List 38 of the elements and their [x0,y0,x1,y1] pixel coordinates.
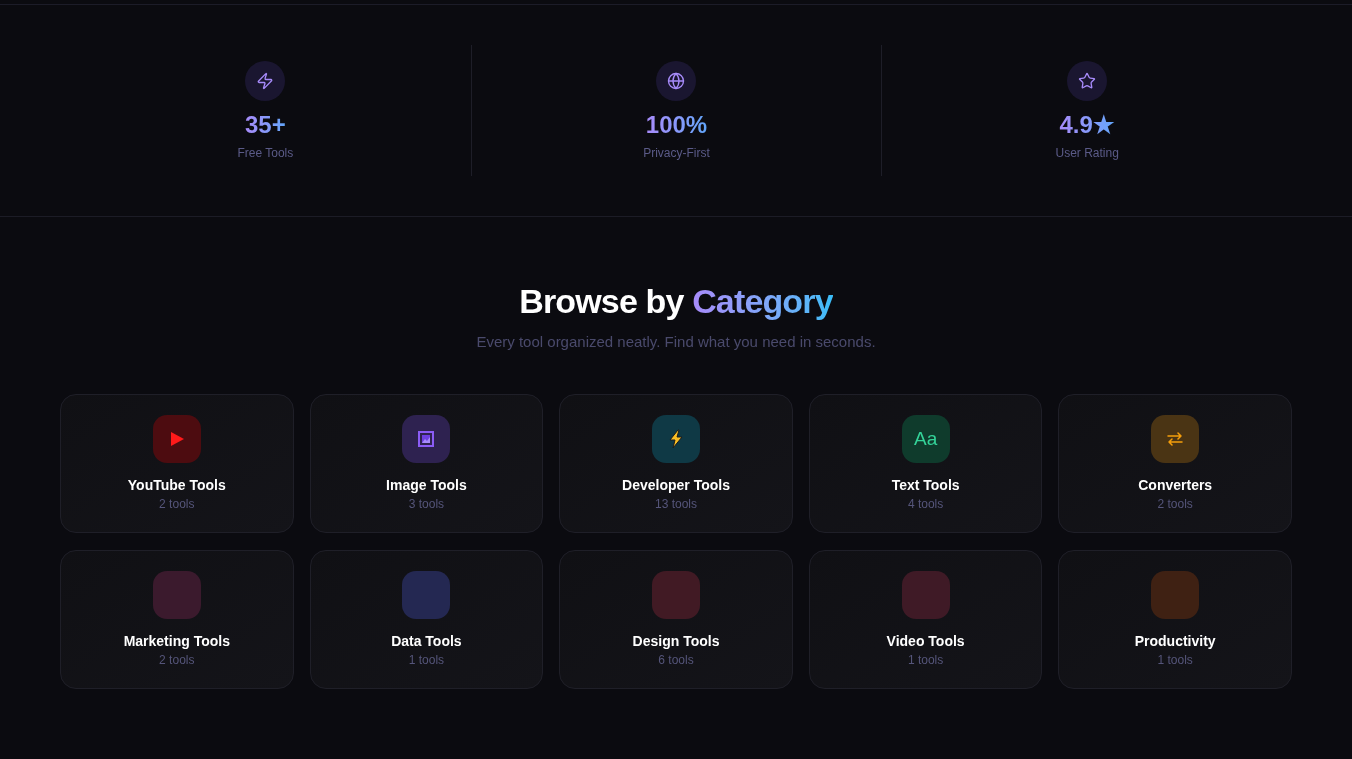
tool-count: 2 tools [159,652,195,668]
tool-count: 1 tools [907,652,944,668]
tool-count: 4 tools [907,496,944,512]
stat-label: Free Tools [237,145,294,161]
category-title: Text Tools [891,476,960,495]
tool-count: 2 tools [159,496,195,512]
category-title: Image Tools [386,476,467,495]
tool-count: 3 tools [408,496,445,512]
category-title: Marketing Tools [123,632,230,651]
tool-count: 1 tools [1157,652,1193,668]
category-card[interactable]: Data Tools 1 tools [309,550,544,689]
category-title: Converters [1138,476,1213,495]
stat-label: User Rating [1055,145,1119,161]
category-card[interactable]: Marketing Tools 2 tools [60,550,294,689]
category-title: Data Tools [391,632,462,651]
lightning-icon [245,61,286,101]
category-title: Productivity [1134,632,1216,651]
tool-count: 1 tools [408,652,445,668]
category-card[interactable]: Video Tools 1 tools [808,550,1043,689]
category-title: YouTube Tools [127,476,226,495]
globe-icon [656,61,697,101]
tool-count: 13 tools [654,496,697,512]
category-card[interactable]: Productivity 1 tools [1058,550,1292,689]
category-title: Developer Tools [622,476,730,495]
stat-label: Privacy-First [643,145,710,161]
category-card[interactable]: YouTube Tools 2 tools [60,394,294,533]
section-subtitle: Every tool organized neatly. Find what you need in seconds. [476,332,876,352]
category-card[interactable]: Design Tools 6 tools [559,550,793,689]
tool-count: 6 tools [658,652,694,668]
section-heading: Browse by Category [519,281,833,321]
category-card[interactable]: Aa Text Tools 4 tools [808,394,1043,533]
category-card[interactable]: Image Tools 3 tools [309,394,544,533]
tool-count: 2 tools [1157,496,1193,512]
category-title: Video Tools [886,632,965,651]
category-title: Design Tools [632,632,720,651]
category-card[interactable]: Converters 2 tools [1058,394,1292,533]
text-format-icon: Aa [901,415,950,463]
category-card[interactable]: Developer Tools 13 tools [559,394,793,533]
